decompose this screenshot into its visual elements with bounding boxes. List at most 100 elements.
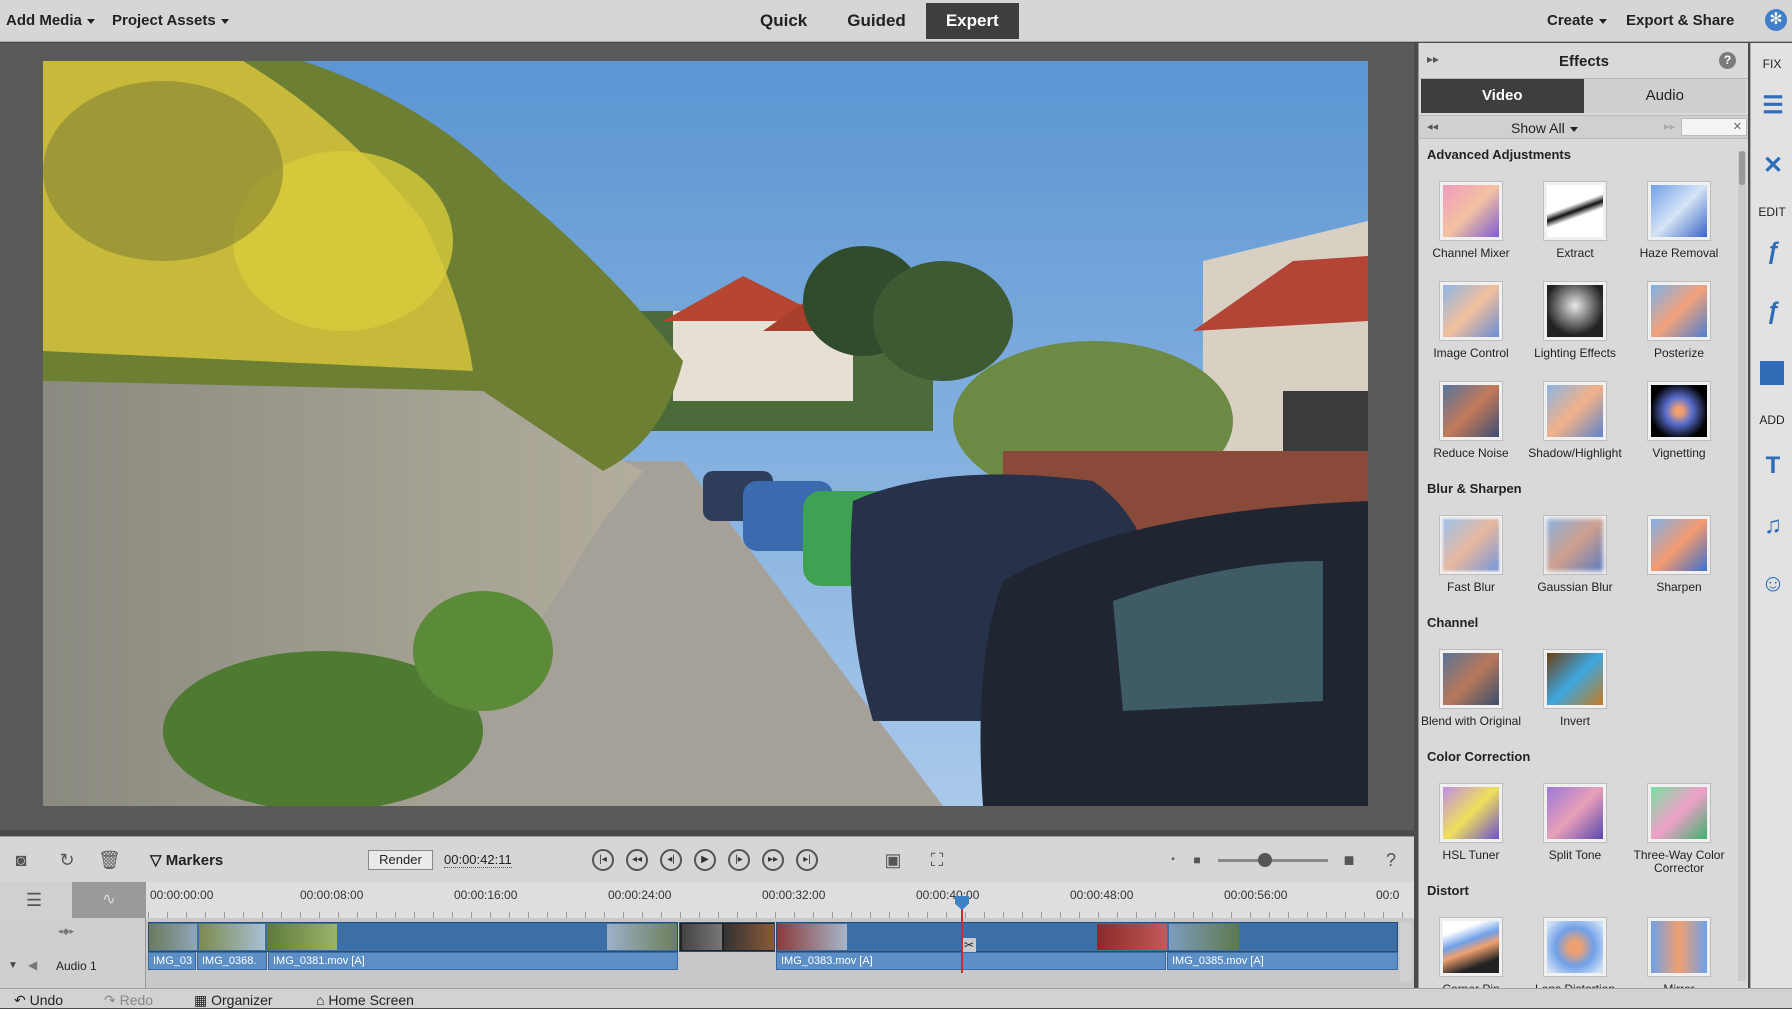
audio-clip[interactable]: IMG_0368. — [197, 952, 267, 970]
video-clip[interactable] — [679, 922, 775, 952]
applied-effects-icon[interactable]: ƒ — [1760, 239, 1786, 265]
effect-vignetting[interactable]: Vignetting — [1627, 375, 1731, 475]
go-to-start-icon[interactable]: |◂ — [592, 849, 614, 871]
effect-reduce-noise[interactable]: Reduce Noise — [1419, 375, 1523, 475]
show-all-dropdown[interactable]: Show All — [1511, 120, 1578, 136]
step-back-icon[interactable]: ◂| — [660, 849, 682, 871]
home-screen-label: Home Screen — [328, 992, 414, 1008]
effect-mirror[interactable]: Mirror — [1627, 911, 1731, 991]
effect-haze-removal[interactable]: Haze Removal — [1627, 175, 1731, 275]
rotate-icon[interactable]: ↻ — [56, 849, 78, 871]
export-share-menu[interactable]: Export & Share — [1626, 12, 1734, 29]
add-media-menu[interactable]: Add Media — [6, 12, 95, 29]
audio-waveform-icon[interactable]: ∿ — [72, 882, 146, 918]
audio-clip[interactable]: IMG_0385.mov [A] — [1167, 952, 1398, 970]
play-icon[interactable]: ▶ — [694, 849, 716, 871]
rewind-icon[interactable]: ◂◂ — [626, 849, 648, 871]
tab-video[interactable]: Video — [1421, 79, 1584, 113]
effects-scrollbar[interactable] — [1738, 151, 1746, 981]
scissors-icon[interactable]: ✂ — [962, 938, 977, 952]
effect-corner-pin[interactable]: Corner Pin — [1419, 911, 1523, 991]
redo-button[interactable]: ↷ Redo — [104, 992, 153, 1009]
effect-label: Blend with Original — [1420, 714, 1522, 728]
effect-thumbnail — [1439, 515, 1503, 575]
previous-category-icon[interactable]: ◂◂ — [1427, 120, 1438, 133]
effect-three-way-color-corrector[interactable]: Three-Way Color Corrector — [1627, 777, 1731, 877]
effect-blend-with-original[interactable]: Blend with Original — [1419, 643, 1523, 743]
effect-extract[interactable]: Extract — [1523, 175, 1627, 275]
monitor-settings-icon[interactable]: ▣ — [882, 849, 904, 871]
effect-hsl-tuner[interactable]: HSL Tuner — [1419, 777, 1523, 877]
effect-split-tone[interactable]: Split Tone — [1523, 777, 1627, 877]
effect-shadow-highlight[interactable]: Shadow/Highlight — [1523, 375, 1627, 475]
track-options-icon[interactable]: ☰ — [26, 890, 42, 911]
expand-track-icon[interactable]: ▼ — [8, 960, 18, 971]
effects-fx-icon[interactable]: ƒ — [1760, 299, 1786, 325]
effect-posterize[interactable]: Posterize — [1627, 275, 1731, 375]
undo-button[interactable]: ↶ Undo — [14, 992, 63, 1009]
timeline-zoom-slider[interactable] — [1218, 853, 1328, 867]
effects-search-input[interactable]: ✕ — [1681, 118, 1747, 136]
render-button[interactable]: Render — [368, 850, 433, 870]
effect-thumbnail — [1647, 515, 1711, 575]
mode-expert[interactable]: Expert — [925, 3, 1019, 39]
effect-lens-distortion[interactable]: Lens Distortion — [1523, 911, 1627, 991]
adjustments-sliders-icon[interactable]: ☰ — [1760, 93, 1786, 119]
effect-lighting-effects[interactable]: Lighting Effects — [1523, 275, 1627, 375]
add-media-label: Add Media — [6, 12, 82, 29]
mode-guided[interactable]: Guided — [827, 3, 926, 39]
effect-fast-blur[interactable]: Fast Blur — [1419, 509, 1523, 609]
music-icon[interactable]: ♫ — [1760, 513, 1786, 539]
zoom-in-icon[interactable]: ■ — [1338, 849, 1360, 871]
audio-clip[interactable]: IMG_0381.mov [A] — [268, 952, 678, 970]
timecode-display[interactable]: 00:00:42:11 — [444, 852, 512, 868]
help-icon[interactable]: ? — [1719, 52, 1736, 69]
effect-image-control[interactable]: Image Control — [1419, 275, 1523, 375]
tracks-scrollbar[interactable] — [1400, 922, 1412, 982]
add-section-label: ADD — [1759, 413, 1785, 427]
markers-menu[interactable]: ▽ Markers — [150, 851, 223, 869]
titles-text-icon[interactable]: T — [1760, 453, 1786, 479]
gear-icon[interactable]: ✻ — [1765, 9, 1787, 31]
effect-sharpen[interactable]: Sharpen — [1627, 509, 1731, 609]
home-screen-button[interactable]: ⌂ Home Screen — [316, 992, 414, 1008]
trash-icon[interactable]: 🗑 — [98, 849, 121, 871]
fast-forward-icon[interactable]: ▸▸ — [762, 849, 784, 871]
help-icon[interactable]: ? — [1380, 849, 1402, 871]
chevron-down-icon — [86, 18, 95, 24]
timeline-ruler[interactable]: ☰ ∿ 00:00:00:00 00:00:08:00 00:00:16:00 … — [0, 882, 1414, 918]
effects-panel-header: ▸▸ Effects ? — [1419, 43, 1748, 79]
organizer-button[interactable]: ▦ Organizer — [194, 992, 273, 1009]
clip-thumbnail — [607, 924, 677, 950]
go-to-end-icon[interactable]: ▸| — [796, 849, 818, 871]
effect-gaussian-blur[interactable]: Gaussian Blur — [1523, 509, 1627, 609]
effect-label: Image Control — [1433, 346, 1509, 360]
audio-clip[interactable]: IMG_0383.mov [A] — [776, 952, 1166, 970]
fullscreen-icon[interactable]: ⛶ — [926, 849, 948, 871]
transitions-icon[interactable] — [1760, 361, 1784, 385]
ruler-tick-label: 00:0 — [1376, 888, 1400, 902]
effect-invert[interactable]: Invert — [1523, 643, 1627, 743]
slider-knob[interactable] — [1258, 853, 1272, 867]
graphics-smiley-icon[interactable]: ☺ — [1760, 571, 1786, 597]
zoom-small-icon[interactable]: ■ — [1186, 849, 1208, 871]
camera-icon[interactable]: ◙ — [10, 849, 32, 871]
zoom-out-icon[interactable]: ▪ — [1162, 849, 1184, 871]
ruler-tick-label: 00:00:56:00 — [1224, 888, 1288, 902]
effects-grid: HSL Tuner Split Tone Three-Way Color Cor… — [1419, 767, 1737, 877]
scrollbar-thumb[interactable] — [1739, 151, 1745, 185]
project-assets-menu[interactable]: Project Assets — [112, 12, 229, 29]
mode-quick[interactable]: Quick — [740, 3, 827, 39]
video-clip[interactable] — [148, 922, 678, 952]
audio-clip[interactable]: IMG_03 — [148, 952, 196, 970]
speaker-icon[interactable]: ◀ — [28, 958, 37, 972]
track-nav-icon[interactable]: ◂◆▸ — [58, 926, 74, 937]
next-category-icon[interactable]: ▸▸ — [1664, 120, 1675, 133]
tools-icon[interactable]: ✕ — [1760, 153, 1786, 179]
tab-audio[interactable]: Audio — [1583, 79, 1746, 113]
step-forward-icon[interactable]: |▸ — [728, 849, 750, 871]
video-preview-frame[interactable] — [43, 61, 1368, 806]
effect-channel-mixer[interactable]: Channel Mixer — [1419, 175, 1523, 275]
video-clip[interactable] — [776, 922, 1398, 952]
create-menu[interactable]: Create — [1547, 12, 1607, 29]
